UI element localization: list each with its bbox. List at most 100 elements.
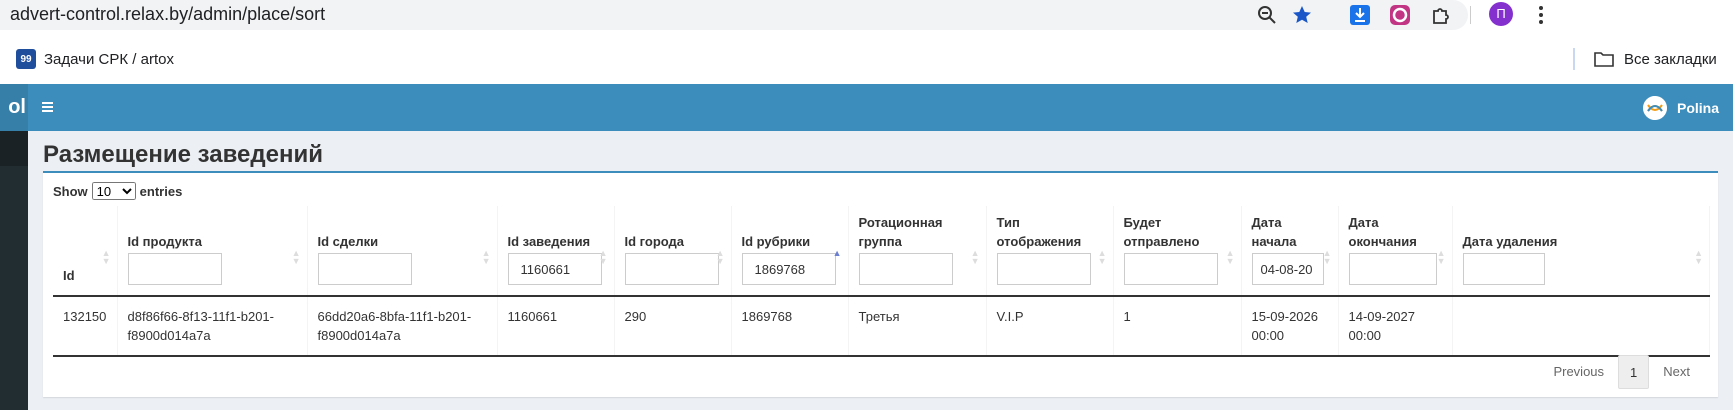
sidebar-active-item[interactable] — [0, 131, 28, 166]
column-label: Id города — [624, 234, 685, 249]
previous-button[interactable]: Previous — [1539, 355, 1618, 389]
column-header[interactable]: Дата окончания ▲ ▼ — [1338, 206, 1453, 297]
app-logo[interactable]: ol — [0, 84, 28, 131]
column-header[interactable]: Id рубрики ▲ — [731, 206, 849, 297]
column-header[interactable]: Ротационная группа ▲ ▼ — [848, 206, 987, 297]
user-menu[interactable]: Polina — [1642, 95, 1719, 121]
filter-input[interactable] — [1348, 253, 1437, 285]
cell-will-be-sent: 1 — [1113, 296, 1242, 357]
column-label: Дата окончания — [1348, 215, 1417, 249]
pagination: Previous 1 Next — [1539, 355, 1704, 389]
entries-control: Show 10 entries — [53, 182, 182, 200]
cell-rotation-group: Третья — [848, 296, 987, 357]
extension-color-icon[interactable] — [1389, 4, 1411, 26]
folder-icon — [1594, 52, 1614, 67]
filter-input[interactable] — [1251, 253, 1324, 285]
column-label: Будет отправлено — [1123, 215, 1200, 249]
filter-input[interactable] — [317, 253, 412, 285]
browser-address-bar: advert-control.relax.by/admin/place/sort… — [0, 0, 1733, 34]
sort-icon: ▲ ▼ — [1322, 247, 1332, 266]
column-label: Дата начала — [1251, 215, 1297, 249]
column-label: Id сделки — [317, 234, 379, 249]
filter-input[interactable] — [1462, 253, 1545, 285]
bookmark-star-icon[interactable] — [1291, 4, 1313, 26]
filter-input[interactable] — [741, 253, 836, 285]
column-label: Id заведения — [507, 234, 591, 249]
table-box: Show 10 entries Id ▲ ▼ Id продукта ▲ ▼ Id сд… — [43, 171, 1718, 397]
download-icon[interactable] — [1349, 4, 1371, 26]
entries-label: entries — [139, 183, 183, 199]
column-header[interactable]: Id заведения ▲▼ — [497, 206, 615, 297]
sort-icon: ▲ ▼ — [101, 247, 111, 266]
sort-icon: ▲ ▼ — [715, 247, 725, 266]
cell-rubric-id: 1869768 — [731, 296, 849, 357]
user-avatar — [1642, 96, 1667, 120]
url-text: advert-control.relax.by/admin/place/sort — [10, 4, 326, 24]
profile-avatar[interactable]: П — [1489, 2, 1513, 26]
column-header[interactable]: Id сделки ▲ ▼ — [307, 206, 498, 297]
column-header[interactable]: Тип отображения ▲ ▼ — [986, 206, 1114, 297]
url-field[interactable]: advert-control.relax.by/admin/place/sort — [0, 0, 1468, 30]
filter-input[interactable] — [507, 253, 602, 285]
bookmark-label: Задачи СРК / artox — [44, 50, 174, 68]
column-label: Тип отображения — [996, 215, 1082, 249]
sort-icon: ▲ ▼ — [1097, 247, 1107, 266]
column-header[interactable]: Id продукта ▲ ▼ — [117, 206, 308, 297]
show-label: Show — [53, 183, 88, 199]
sort-icon: ▲ ▼ — [1694, 247, 1703, 266]
cell-start-date: 15-09-2026 00:00 — [1241, 296, 1339, 357]
all-bookmarks-button[interactable]: Все закладки — [1594, 48, 1717, 70]
column-header[interactable]: Дата удаления ▲ ▼ — [1452, 206, 1710, 297]
extensions-puzzle-icon[interactable] — [1430, 4, 1452, 26]
sort-icon: ▲ ▼ — [970, 247, 980, 266]
user-name: Polina — [1676, 100, 1719, 116]
sort-icon: ▲ ▼ — [291, 247, 301, 266]
column-header[interactable]: Id ▲ ▼ — [53, 206, 118, 297]
all-bookmarks-label: Все закладки — [1624, 50, 1717, 68]
table-row: 132150 d8f86f66-8f13-11f1-b201-f8900d014… — [53, 296, 1710, 357]
cell-product-id: d8f86f66-8f13-11f1-b201-f8900d014a7a — [117, 296, 308, 357]
page-title: Размещение заведений — [43, 141, 323, 168]
column-label: Ротационная группа — [858, 215, 943, 249]
cell-end-date: 14-09-2027 00:00 — [1338, 296, 1453, 357]
browser-menu-icon[interactable] — [1530, 4, 1552, 26]
page-1-button[interactable]: 1 — [1618, 355, 1650, 389]
filter-input[interactable] — [127, 253, 222, 285]
column-label: Дата удаления — [1462, 234, 1558, 249]
toolbar-divider — [1470, 6, 1471, 24]
filter-input[interactable] — [624, 253, 719, 285]
sort-asc-icon: ▲ — [832, 247, 842, 258]
next-button[interactable]: Next — [1649, 355, 1704, 389]
data-table: Id ▲ ▼ Id продукта ▲ ▼ Id сделки ▲ ▼ Id заведе… — [53, 206, 1710, 357]
cell-id: 132150 — [53, 296, 118, 357]
cell-deal-id: 66dd20a6-8bfa-11f1-b201-f8900d014a7a — [307, 296, 498, 357]
sort-icon: ▲ ▼ — [481, 247, 491, 266]
bookmark-favicon-icon: 99 — [16, 49, 36, 69]
bookmarks-divider — [1573, 48, 1575, 70]
entries-select[interactable]: 10 — [91, 182, 136, 200]
column-label: Id — [63, 268, 75, 283]
bookmarks-bar: 99 Задачи СРК / artox Все закладки — [0, 34, 1733, 84]
filter-input[interactable] — [1123, 253, 1218, 285]
filter-input[interactable] — [996, 253, 1091, 285]
hamburger-menu-icon[interactable] — [40, 98, 58, 116]
column-header[interactable]: Id города ▲ ▼ — [614, 206, 732, 297]
column-label: Id продукта — [127, 234, 202, 249]
sort-icon: ▲ ▼ — [1225, 247, 1235, 266]
cell-city-id: 290 — [614, 296, 732, 357]
app-logo-text: ol — [8, 96, 26, 118]
column-header[interactable]: Будет отправлено ▲ ▼ — [1113, 206, 1242, 297]
cell-display-type: V.I.P — [986, 296, 1114, 357]
sort-icon: ▲ ▼ — [598, 247, 608, 266]
cell-place-id: 1160661 — [497, 296, 615, 357]
cell-delete-date — [1452, 296, 1710, 357]
table-header-row: Id ▲ ▼ Id продукта ▲ ▼ Id сделки ▲ ▼ Id заведе… — [53, 206, 1710, 297]
filter-input[interactable] — [858, 253, 953, 285]
sidebar — [0, 131, 28, 410]
bookmark-item[interactable]: 99 Задачи СРК / artox — [16, 48, 174, 70]
app-header: ol Polina — [0, 84, 1733, 131]
zoom-icon[interactable] — [1256, 4, 1278, 26]
sort-icon: ▲ ▼ — [1436, 247, 1446, 266]
column-header[interactable]: Дата начала ▲▼ — [1241, 206, 1339, 297]
column-label: Id рубрики — [741, 234, 811, 249]
